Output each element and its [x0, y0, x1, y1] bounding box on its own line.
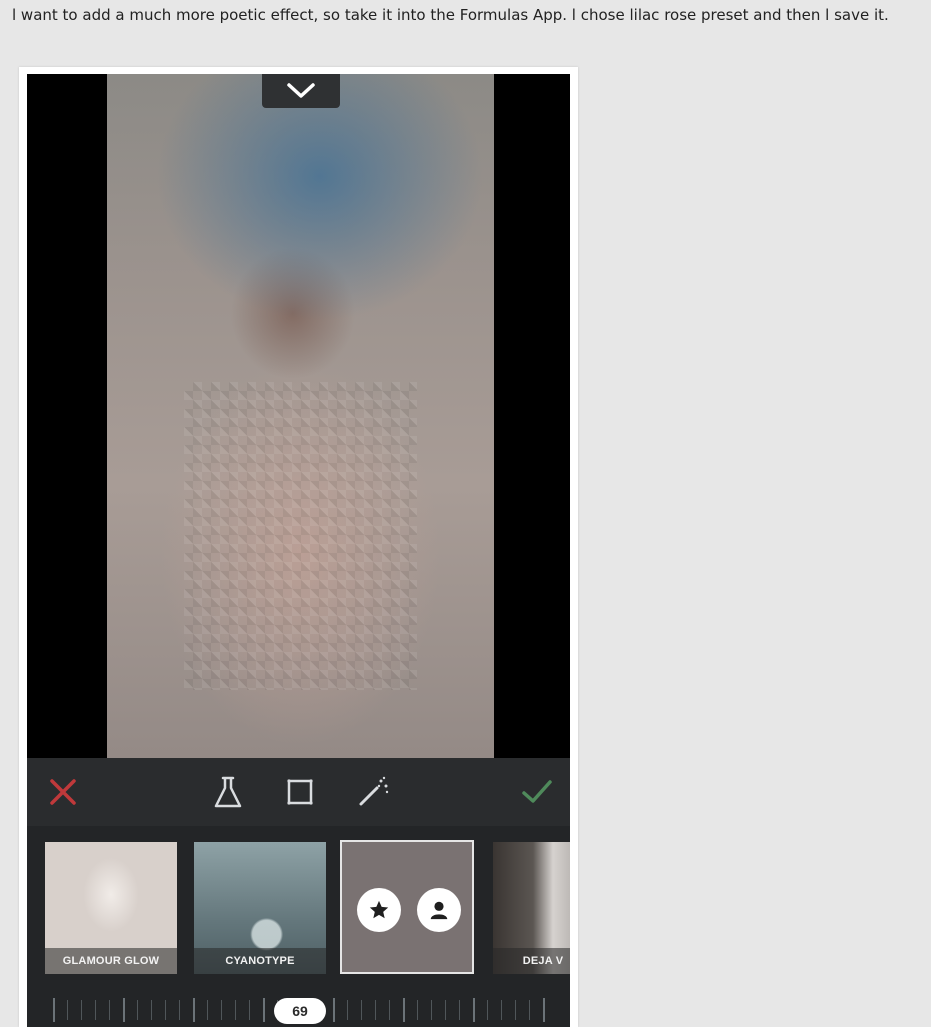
close-icon — [50, 779, 76, 805]
preset-label: DEJA V — [493, 948, 570, 974]
preset-label: CYANOTYPE — [194, 948, 326, 974]
preset-deja-vu[interactable]: DEJA V — [493, 842, 570, 974]
preset-strip: GLAMOUR GLOW CYANOTYPE DEJA V — [27, 826, 570, 976]
flask-icon — [214, 776, 242, 808]
favorite-button[interactable] — [357, 888, 401, 932]
collapse-toggle-button[interactable] — [262, 74, 340, 108]
person-icon — [430, 901, 448, 920]
pixel-texture — [184, 381, 417, 690]
confirm-button[interactable] — [519, 774, 555, 810]
preset-glamour-glow[interactable]: GLAMOUR GLOW — [45, 842, 177, 974]
intensity-slider[interactable]: 69 — [27, 976, 570, 1027]
star-icon — [369, 900, 389, 919]
edit-toolbar — [27, 758, 570, 826]
slider-value-badge[interactable]: 69 — [274, 998, 326, 1024]
magic-tool-button[interactable] — [355, 774, 391, 810]
preset-cyanotype[interactable]: CYANOTYPE — [194, 842, 326, 974]
preset-label: GLAMOUR GLOW — [45, 948, 177, 974]
magic-wand-icon — [359, 776, 389, 806]
screenshot-frame: GLAMOUR GLOW CYANOTYPE DEJA V 69 — [19, 67, 578, 1027]
cancel-button[interactable] — [45, 774, 81, 810]
frame-tool-button[interactable] — [282, 774, 318, 810]
frame-icon — [287, 779, 313, 805]
post-caption: l want to add a much more poetic effect,… — [12, 6, 889, 24]
profile-button[interactable] — [417, 888, 461, 932]
app-screen: GLAMOUR GLOW CYANOTYPE DEJA V 69 — [27, 74, 570, 1027]
edited-photo — [107, 74, 494, 758]
formulas-tool-button[interactable] — [210, 774, 246, 810]
preset-selected[interactable] — [340, 840, 474, 974]
chevron-down-icon — [287, 83, 315, 98]
checkmark-icon — [522, 780, 552, 803]
